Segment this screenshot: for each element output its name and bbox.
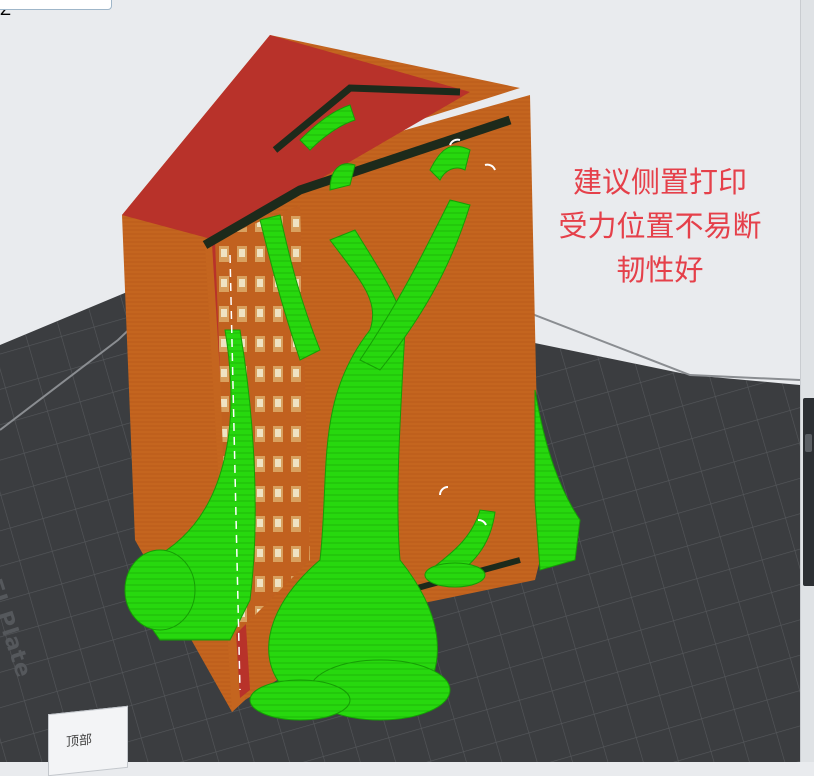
annotation-line-3: 韧性好 [616, 253, 704, 287]
toolbar-handle[interactable] [805, 434, 812, 452]
top-panel-tab[interactable] [0, 0, 112, 10]
3d-viewport[interactable]: Textured PEI Plate [0, 0, 814, 762]
annotation-line-1: 建议侧置打印 [572, 165, 747, 199]
right-side-toolbar[interactable] [803, 398, 814, 586]
scene-svg [0, 35, 801, 762]
view-cube-top-label: 顶部 [66, 732, 93, 751]
right-panel-edge [800, 0, 814, 762]
annotation-line-2: 受力位置不易断 [558, 209, 762, 243]
view-cube[interactable]: 顶部 [10, 700, 130, 776]
annotation-note: 建议侧置打印 受力位置不易断 韧性好 [530, 160, 790, 292]
